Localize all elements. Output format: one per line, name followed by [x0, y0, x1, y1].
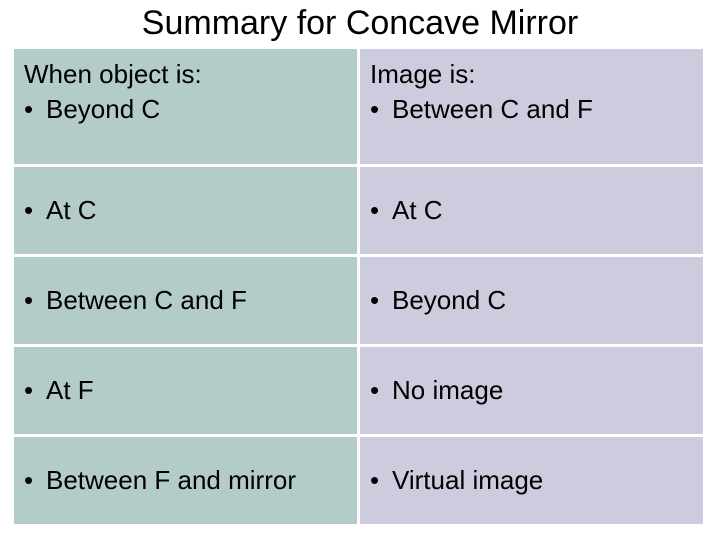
bullet-icon: • — [24, 463, 38, 498]
bullet-icon: • — [24, 283, 38, 318]
table-row: • Virtual image — [360, 437, 706, 527]
row-object: Between C and F — [46, 283, 247, 318]
header-label-object: When object is: — [24, 57, 347, 92]
bullet-icon: • — [24, 373, 38, 408]
table-row: • No image — [360, 347, 706, 437]
table-row: • At F — [14, 347, 360, 437]
row-image: Virtual image — [392, 463, 543, 498]
header-cell-image: Image is: • Between C and F — [360, 49, 706, 167]
bullet-icon: • — [24, 92, 38, 127]
bullet-icon: • — [370, 373, 384, 408]
bullet-icon: • — [370, 463, 384, 498]
table-row: • Beyond C — [360, 257, 706, 347]
page-title: Summary for Concave Mirror — [0, 0, 720, 49]
row-image: At C — [392, 193, 443, 228]
summary-table: When object is: • Beyond C Image is: • B… — [14, 49, 706, 527]
table-row: • At C — [14, 167, 360, 257]
row-object: Between F and mirror — [46, 463, 296, 498]
row-object: Beyond C — [46, 92, 160, 127]
bullet-icon: • — [370, 92, 384, 127]
table-row: • Between F and mirror — [14, 437, 360, 527]
row-image: No image — [392, 373, 503, 408]
header-cell-object: When object is: • Beyond C — [14, 49, 360, 167]
header-label-image: Image is: — [370, 57, 693, 92]
bullet-icon: • — [24, 193, 38, 228]
table-row: • At C — [360, 167, 706, 257]
table-row: • Between C and F — [14, 257, 360, 347]
row-image: Beyond C — [392, 283, 506, 318]
row-object: At C — [46, 193, 97, 228]
row-image: Between C and F — [392, 92, 593, 127]
bullet-icon: • — [370, 193, 384, 228]
bullet-icon: • — [370, 283, 384, 318]
row-object: At F — [46, 373, 94, 408]
